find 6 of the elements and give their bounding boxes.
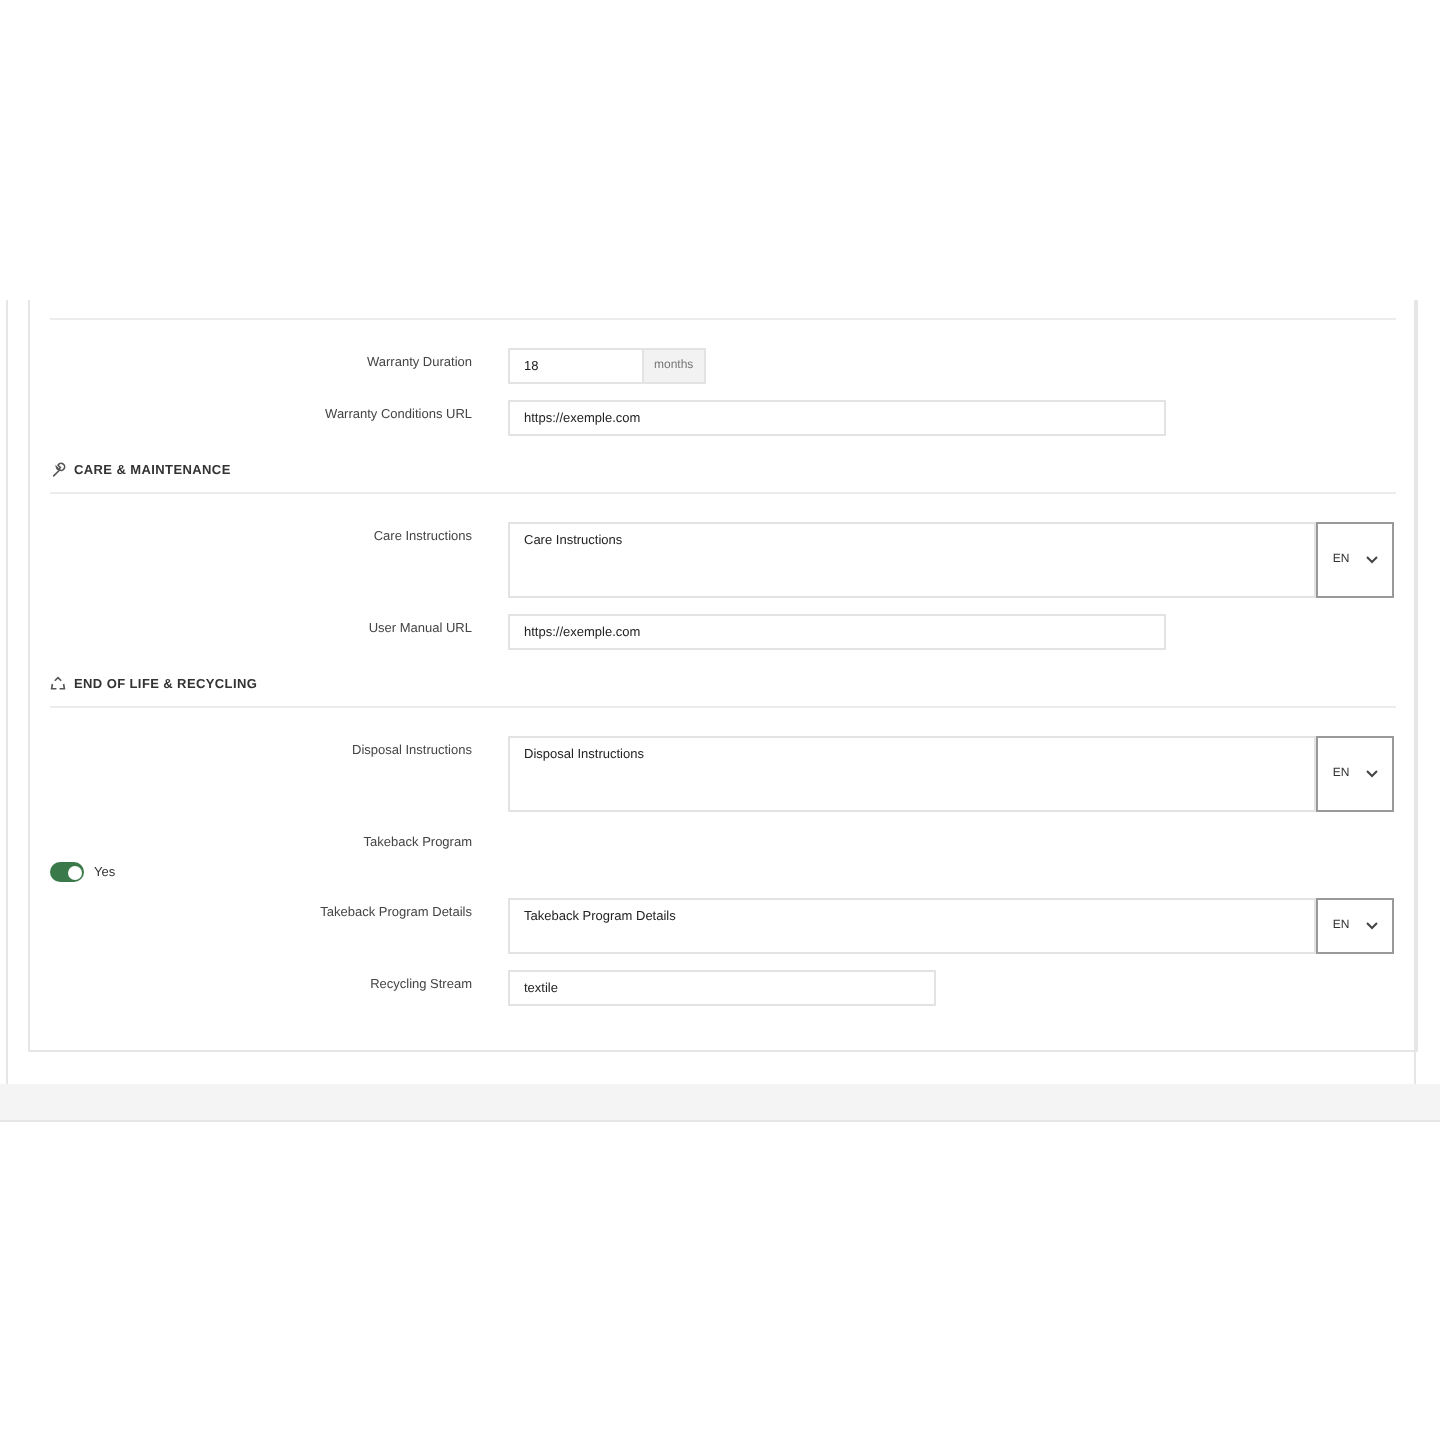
- toggle-switch[interactable]: [50, 862, 84, 882]
- wrench-icon: [50, 462, 66, 478]
- chevron-icon: [1365, 922, 1378, 930]
- chevron-icon: [1365, 556, 1378, 564]
- chevron-icon: [1365, 770, 1378, 778]
- recycle-icon: [50, 676, 66, 692]
